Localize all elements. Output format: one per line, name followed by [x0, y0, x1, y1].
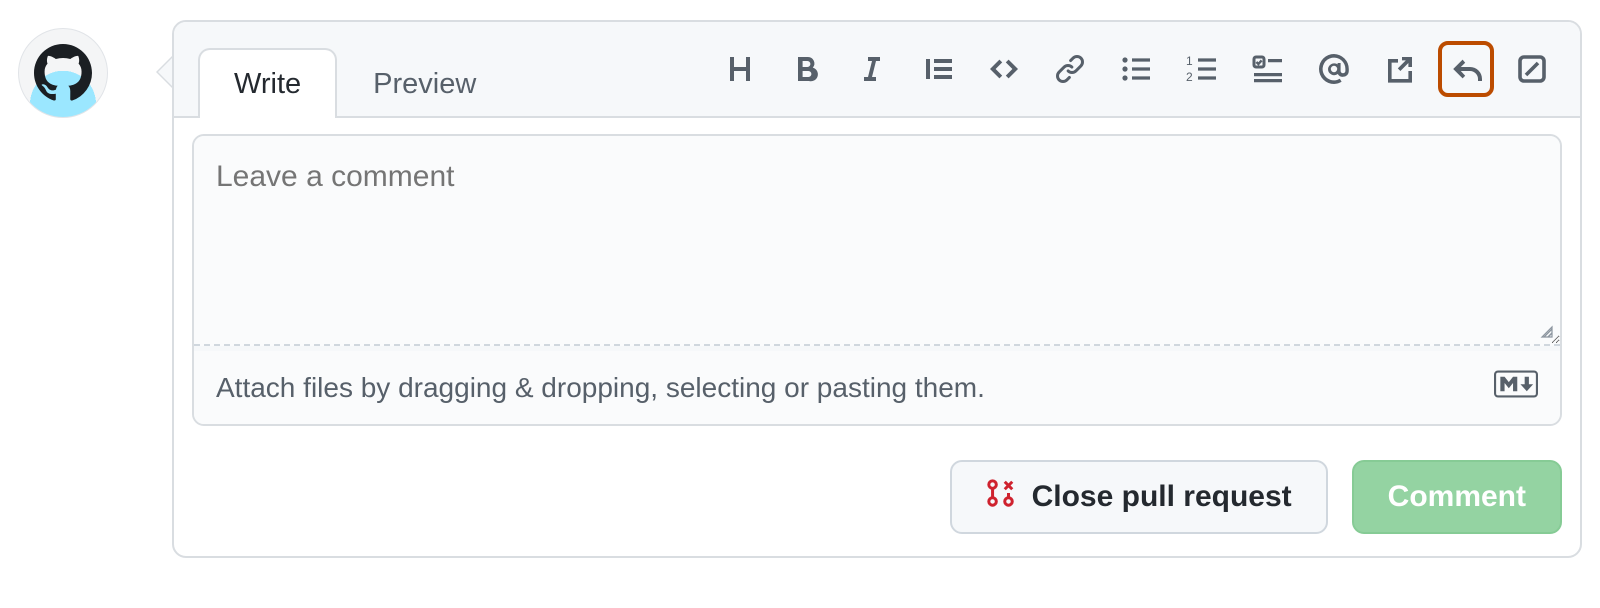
comment-editor: Attach files by dragging & dropping, sel…: [192, 134, 1562, 426]
tab-preview[interactable]: Preview: [337, 48, 512, 118]
unordered-list-icon[interactable]: [1108, 41, 1164, 97]
comment-textarea[interactable]: [194, 136, 1560, 346]
speech-pointer: [156, 56, 172, 88]
octocat-icon: [34, 44, 92, 102]
svg-text:2: 2: [1186, 70, 1193, 84]
comment-box: Write Preview 12: [172, 20, 1582, 558]
close-pull-request-label: Close pull request: [1032, 480, 1292, 514]
link-icon[interactable]: [1042, 41, 1098, 97]
close-pull-request-button[interactable]: Close pull request: [950, 460, 1328, 534]
code-icon[interactable]: [976, 41, 1032, 97]
attach-hint: Attach files by dragging & dropping, sel…: [216, 372, 985, 404]
markdown-icon[interactable]: [1494, 369, 1538, 406]
task-list-icon[interactable]: [1240, 41, 1296, 97]
italic-icon[interactable]: [844, 41, 900, 97]
tab-write[interactable]: Write: [198, 48, 337, 118]
mention-icon[interactable]: [1306, 41, 1362, 97]
comment-button[interactable]: Comment: [1352, 460, 1562, 534]
bold-icon[interactable]: [778, 41, 834, 97]
tabs-toolbar-row: Write Preview 12: [174, 22, 1580, 118]
suggest-edit-icon[interactable]: [1504, 41, 1560, 97]
heading-icon[interactable]: [712, 41, 768, 97]
git-pull-request-closed-icon: [986, 478, 1016, 516]
formatting-toolbar: 12: [512, 41, 1560, 97]
crossref-icon[interactable]: [1372, 41, 1428, 97]
ordered-list-icon[interactable]: 12: [1174, 41, 1230, 97]
comment-button-label: Comment: [1388, 480, 1526, 514]
svg-text:1: 1: [1186, 54, 1193, 68]
reply-icon[interactable]: [1438, 41, 1494, 97]
avatar[interactable]: [18, 28, 108, 118]
attach-bar[interactable]: Attach files by dragging & dropping, sel…: [194, 351, 1560, 424]
quote-icon[interactable]: [910, 41, 966, 97]
